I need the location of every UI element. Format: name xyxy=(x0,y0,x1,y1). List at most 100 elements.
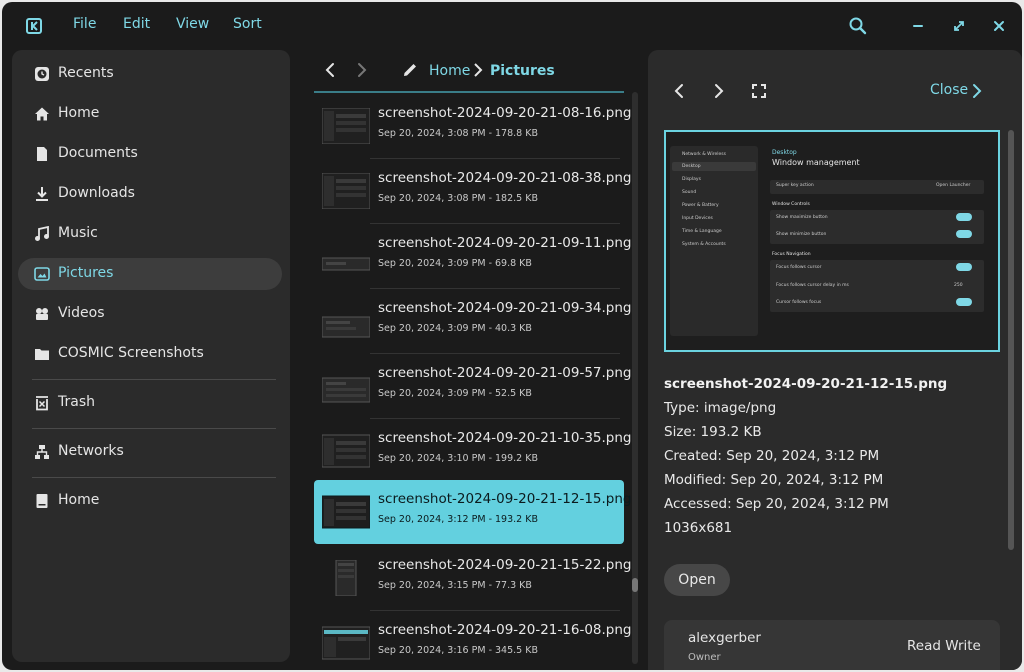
preview-nav-item: System & Accounts xyxy=(682,242,726,247)
preview-section: Focus Navigation xyxy=(772,252,811,257)
fullscreen-icon[interactable] xyxy=(748,80,770,102)
file-thumbnail xyxy=(322,316,370,338)
details-modified: Modified: Sep 20, 2024, 3:12 PM xyxy=(664,472,884,488)
sidebar-item-home[interactable]: Home xyxy=(18,98,282,130)
close-chevron-icon[interactable] xyxy=(966,80,988,102)
network-icon xyxy=(34,444,50,460)
search-icon[interactable] xyxy=(848,16,868,36)
file-thumbnail xyxy=(322,495,370,529)
app-icon[interactable] xyxy=(26,18,42,34)
breadcrumb-home[interactable]: Home xyxy=(429,63,470,79)
back-icon[interactable] xyxy=(320,60,340,80)
music-icon xyxy=(34,226,50,242)
file-meta: Sep 20, 2024, 3:16 PM - 345.5 KB xyxy=(378,645,538,656)
drive-icon xyxy=(34,493,50,509)
sidebar-item-label: Videos xyxy=(58,305,105,321)
sidebar-item-videos[interactable]: Videos xyxy=(18,298,282,330)
sidebar-item-label: Recents xyxy=(58,65,114,81)
file-thumbnail xyxy=(322,108,370,144)
menu-edit[interactable]: Edit xyxy=(123,16,150,32)
picture-icon xyxy=(34,266,50,282)
preview-super-key-label: Super key action xyxy=(776,183,814,188)
file-list-scroll-thumb[interactable] xyxy=(632,578,638,592)
file-meta: Sep 20, 2024, 3:08 PM - 182.5 KB xyxy=(378,193,538,204)
folder-icon xyxy=(34,346,50,362)
file-row[interactable]: screenshot-2024-09-20-21-16-08.png Sep 2… xyxy=(314,611,631,670)
sidebar-item-label: Home xyxy=(58,492,100,508)
sidebar-item-music[interactable]: Music xyxy=(18,218,282,250)
document-icon xyxy=(34,146,50,162)
preview-toggle-label: Show minimize button xyxy=(776,232,827,237)
previous-icon[interactable] xyxy=(668,80,690,102)
close-icon[interactable] xyxy=(989,16,1009,36)
preview-back-label: Desktop xyxy=(772,149,797,156)
file-meta: Sep 20, 2024, 3:12 PM - 193.2 KB xyxy=(378,514,538,525)
details-type: Type: image/png xyxy=(664,400,777,416)
file-meta: Sep 20, 2024, 3:08 PM - 178.8 KB xyxy=(378,128,538,139)
file-row[interactable]: screenshot-2024-09-20-21-08-16.png Sep 2… xyxy=(314,94,631,158)
file-meta: Sep 20, 2024, 3:10 PM - 199.2 KB xyxy=(378,453,538,464)
next-icon[interactable] xyxy=(708,80,730,102)
preview-toggle-label: Cursor follows focus xyxy=(776,300,822,305)
menu-file[interactable]: File xyxy=(73,16,96,32)
sidebar-item-label: Networks xyxy=(58,443,124,459)
preview-toggle-label: Focus follows cursor delay in ms xyxy=(776,283,849,288)
sidebar-item-cosmic-screenshots[interactable]: COSMIC Screenshots xyxy=(18,338,282,370)
file-name: screenshot-2024-09-20-21-10-35.png xyxy=(378,430,632,446)
file-manager-window: File Edit View Sort Recents Home Documen… xyxy=(2,2,1022,670)
file-row[interactable]: screenshot-2024-09-20-21-09-11.png Sep 2… xyxy=(314,224,631,288)
file-row[interactable]: screenshot-2024-09-20-21-10-35.png Sep 2… xyxy=(314,419,631,483)
sidebar-item-label: Home xyxy=(58,105,100,121)
sidebar-item-pictures[interactable]: Pictures xyxy=(18,258,282,290)
menu-sort[interactable]: Sort xyxy=(233,16,262,32)
details-created: Created: Sep 20, 2024, 3:12 PM xyxy=(664,448,880,464)
sidebar-item-label: Downloads xyxy=(58,185,135,201)
sidebar-item-label: Pictures xyxy=(58,265,114,281)
file-name: screenshot-2024-09-20-21-15-22.png xyxy=(378,557,632,573)
details-scrollbar[interactable] xyxy=(1008,130,1014,550)
sidebar-item-label: Music xyxy=(58,225,98,241)
maximize-icon[interactable] xyxy=(949,16,969,36)
sidebar-item-documents[interactable]: Documents xyxy=(18,138,282,170)
sidebar-item-networks[interactable]: Networks xyxy=(18,436,282,468)
sidebar-item-trash[interactable]: Trash xyxy=(18,387,282,419)
details-dimensions: 1036x681 xyxy=(664,520,733,536)
sidebar-item-downloads[interactable]: Downloads xyxy=(18,178,282,210)
file-list-pane: Home Pictures screenshot-2024-09-20-21-0… xyxy=(302,50,642,670)
sidebar-item-recents[interactable]: Recents xyxy=(18,58,282,90)
image-preview[interactable]: Desktop Window management Network & Wire… xyxy=(664,130,1000,352)
breadcrumb-current[interactable]: Pictures xyxy=(490,63,555,79)
edit-path-icon[interactable] xyxy=(400,60,420,80)
file-meta: Sep 20, 2024, 3:15 PM - 77.3 KB xyxy=(378,580,532,591)
sidebar-item-home-drive[interactable]: Home xyxy=(18,485,282,517)
file-name: screenshot-2024-09-20-21-12-15.png xyxy=(378,491,632,507)
permission-role: Owner xyxy=(688,652,721,663)
preview-title: Window management xyxy=(772,158,860,167)
open-button[interactable]: Open xyxy=(664,564,730,596)
home-icon xyxy=(34,106,50,122)
file-row-selected[interactable]: screenshot-2024-09-20-21-12-15.png Sep 2… xyxy=(314,480,631,544)
file-row[interactable]: screenshot-2024-09-20-21-09-34.png Sep 2… xyxy=(314,289,631,353)
preview-nav-item: Desktop xyxy=(682,164,701,169)
file-thumbnail xyxy=(322,434,370,468)
sidebar-divider xyxy=(32,379,276,380)
permission-access[interactable]: Read Write xyxy=(907,638,981,654)
close-details-button[interactable]: Close xyxy=(930,82,968,98)
file-thumbnail xyxy=(322,626,370,660)
file-thumbnail xyxy=(335,560,357,596)
forward-icon[interactable] xyxy=(352,60,372,80)
details-file-name: screenshot-2024-09-20-21-12-15.png xyxy=(664,376,948,392)
file-row[interactable]: screenshot-2024-09-20-21-08-38.png Sep 2… xyxy=(314,159,631,223)
file-row[interactable]: screenshot-2024-09-20-21-15-22.png Sep 2… xyxy=(314,546,631,610)
preview-toggle-label: Show maximize button xyxy=(776,215,828,220)
preview-nav-item: Input Devices xyxy=(682,216,713,221)
details-size: Size: 193.2 KB xyxy=(664,424,762,440)
download-icon xyxy=(34,186,50,202)
sidebar-divider xyxy=(32,428,276,429)
file-meta: Sep 20, 2024, 3:09 PM - 40.3 KB xyxy=(378,323,532,334)
sidebar: Recents Home Documents Downloads Music P… xyxy=(12,50,290,662)
menu-view[interactable]: View xyxy=(176,16,209,32)
header-bar: File Edit View Sort xyxy=(2,2,1022,50)
minimize-icon[interactable] xyxy=(908,16,928,36)
file-row[interactable]: screenshot-2024-09-20-21-09-57.png Sep 2… xyxy=(314,354,631,418)
